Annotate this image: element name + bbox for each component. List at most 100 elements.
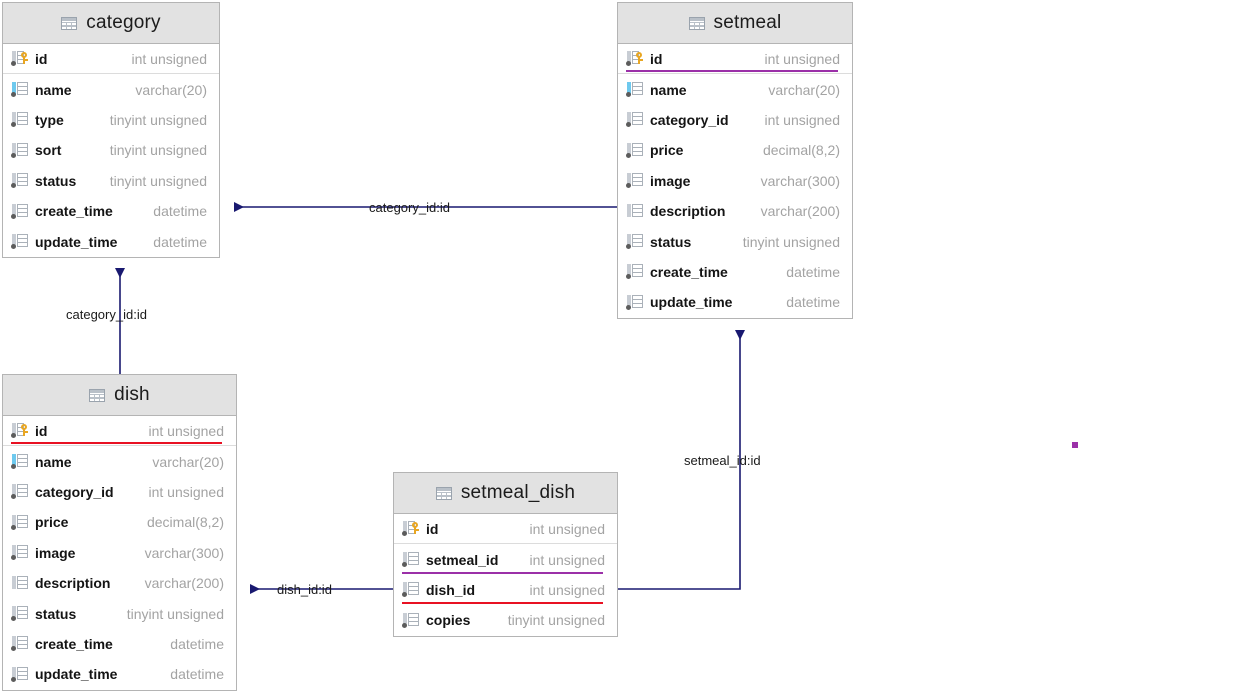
column-name: status	[650, 233, 692, 250]
column-row[interactable]: sort tinyint unsigned	[3, 135, 219, 165]
column-row[interactable]: name varchar(20)	[3, 446, 236, 476]
relationship-label-dish-category[interactable]: category_id:id	[66, 307, 147, 322]
entity-table-dish[interactable]: dish id int unsigned name varchar(20) categor…	[2, 374, 237, 691]
column-name: image	[650, 172, 691, 189]
column-name: setmeal_id	[426, 551, 499, 568]
primary-key-icon	[626, 51, 643, 67]
column-row[interactable]: image varchar(300)	[3, 538, 236, 568]
column-row[interactable]: price decimal(8,2)	[618, 135, 852, 165]
nullable-column-icon	[626, 203, 643, 219]
column-row[interactable]: update_time datetime	[618, 287, 852, 317]
column-row[interactable]: status tinyint unsigned	[3, 598, 236, 628]
column-icon	[11, 545, 28, 561]
column-name: dish_id	[426, 581, 476, 598]
column-row[interactable]: create_time datetime	[618, 257, 852, 287]
entity-header-dish[interactable]: dish	[3, 375, 236, 416]
column-row[interactable]: status tinyint unsigned	[618, 226, 852, 256]
table-grid-icon	[688, 16, 705, 30]
column-row[interactable]: update_time datetime	[3, 226, 219, 256]
column-type: tinyint unsigned	[109, 111, 207, 128]
column-row[interactable]: create_time datetime	[3, 629, 236, 659]
column-icon	[11, 203, 28, 219]
column-row[interactable]: create_time datetime	[3, 196, 219, 226]
column-type: int unsigned	[529, 520, 605, 537]
entity-table-category[interactable]: category id int unsigned name varchar(20) typ…	[2, 2, 220, 258]
table-grid-icon	[89, 388, 106, 402]
column-type: int unsigned	[131, 50, 207, 67]
column-type: tinyint unsigned	[742, 233, 840, 250]
relationship-label-setmeal_dish-dish[interactable]: dish_id:id	[277, 582, 332, 597]
column-row[interactable]: category_id int unsigned	[3, 477, 236, 507]
column-type: datetime	[170, 666, 224, 683]
column-key-underline	[626, 70, 838, 73]
column-icon	[626, 234, 643, 250]
column-row[interactable]: id int unsigned	[618, 44, 852, 75]
column-key-underline	[11, 442, 222, 445]
column-type: datetime	[170, 635, 224, 652]
column-type: tinyint unsigned	[507, 612, 605, 629]
entity-table-setmeal_dish[interactable]: setmeal_dish id int unsigned setmeal_id int …	[393, 472, 618, 637]
column-name: copies	[426, 612, 471, 629]
string-column-icon	[11, 82, 28, 98]
column-icon	[402, 552, 419, 568]
column-name: create_time	[35, 203, 113, 220]
column-type: int unsigned	[764, 111, 840, 128]
column-type: tinyint unsigned	[109, 142, 207, 159]
column-row[interactable]: id int unsigned	[3, 416, 236, 447]
column-icon	[626, 294, 643, 310]
primary-key-icon	[402, 521, 419, 537]
column-type: varchar(200)	[144, 575, 224, 592]
column-type: int unsigned	[764, 50, 840, 67]
column-row[interactable]: dish_id int unsigned	[394, 575, 617, 605]
column-type: int unsigned	[148, 422, 224, 439]
column-icon	[626, 173, 643, 189]
column-row[interactable]: description varchar(200)	[3, 568, 236, 598]
column-type: decimal(8,2)	[146, 514, 224, 531]
entity-header-setmeal_dish[interactable]: setmeal_dish	[394, 473, 617, 514]
column-row[interactable]: status tinyint unsigned	[3, 166, 219, 196]
column-row[interactable]: category_id int unsigned	[618, 105, 852, 135]
entity-header-category[interactable]: category	[3, 3, 219, 44]
column-name: type	[35, 111, 64, 128]
column-name: sort	[35, 142, 62, 159]
column-type: datetime	[786, 263, 840, 280]
column-type: datetime	[153, 203, 207, 220]
column-name: id	[426, 520, 439, 537]
column-key-underline	[402, 602, 603, 605]
column-icon	[11, 666, 28, 682]
column-name: category_id	[35, 483, 114, 500]
column-name: category_id	[650, 111, 729, 128]
column-name: image	[35, 544, 76, 561]
column-row[interactable]: description varchar(200)	[618, 196, 852, 226]
entity-table-setmeal[interactable]: setmeal id int unsigned name varchar(20) cate…	[617, 2, 853, 319]
column-row[interactable]: type tinyint unsigned	[3, 105, 219, 135]
column-name: status	[35, 605, 77, 622]
column-icon	[11, 484, 28, 500]
column-name: id	[35, 50, 48, 67]
relationship-label-setmeal-category[interactable]: category_id:id	[369, 200, 450, 215]
column-name: name	[35, 453, 72, 470]
column-row[interactable]: setmeal_id int unsigned	[394, 544, 617, 574]
entity-header-setmeal[interactable]: setmeal	[618, 3, 852, 44]
column-row[interactable]: name varchar(20)	[618, 74, 852, 104]
column-name: update_time	[35, 233, 118, 250]
column-row[interactable]: price decimal(8,2)	[3, 507, 236, 537]
column-row[interactable]: id int unsigned	[3, 44, 219, 75]
column-row[interactable]: copies tinyint unsigned	[394, 605, 617, 635]
column-type: tinyint unsigned	[126, 605, 224, 622]
column-row[interactable]: id int unsigned	[394, 514, 617, 545]
relationship-label-setmeal_dish-setmeal[interactable]: setmeal_id:id	[684, 453, 761, 468]
column-icon	[402, 582, 419, 598]
column-icon	[626, 264, 643, 280]
stray-marker	[1072, 442, 1078, 448]
column-row[interactable]: name varchar(20)	[3, 74, 219, 104]
column-key-underline	[402, 571, 603, 574]
column-icon	[626, 142, 643, 158]
column-name: name	[650, 81, 687, 98]
column-icon	[11, 606, 28, 622]
entity-title: category	[86, 12, 161, 33]
column-type: datetime	[153, 233, 207, 250]
column-row[interactable]: update_time datetime	[3, 659, 236, 689]
column-name: update_time	[35, 666, 118, 683]
column-row[interactable]: image varchar(300)	[618, 166, 852, 196]
